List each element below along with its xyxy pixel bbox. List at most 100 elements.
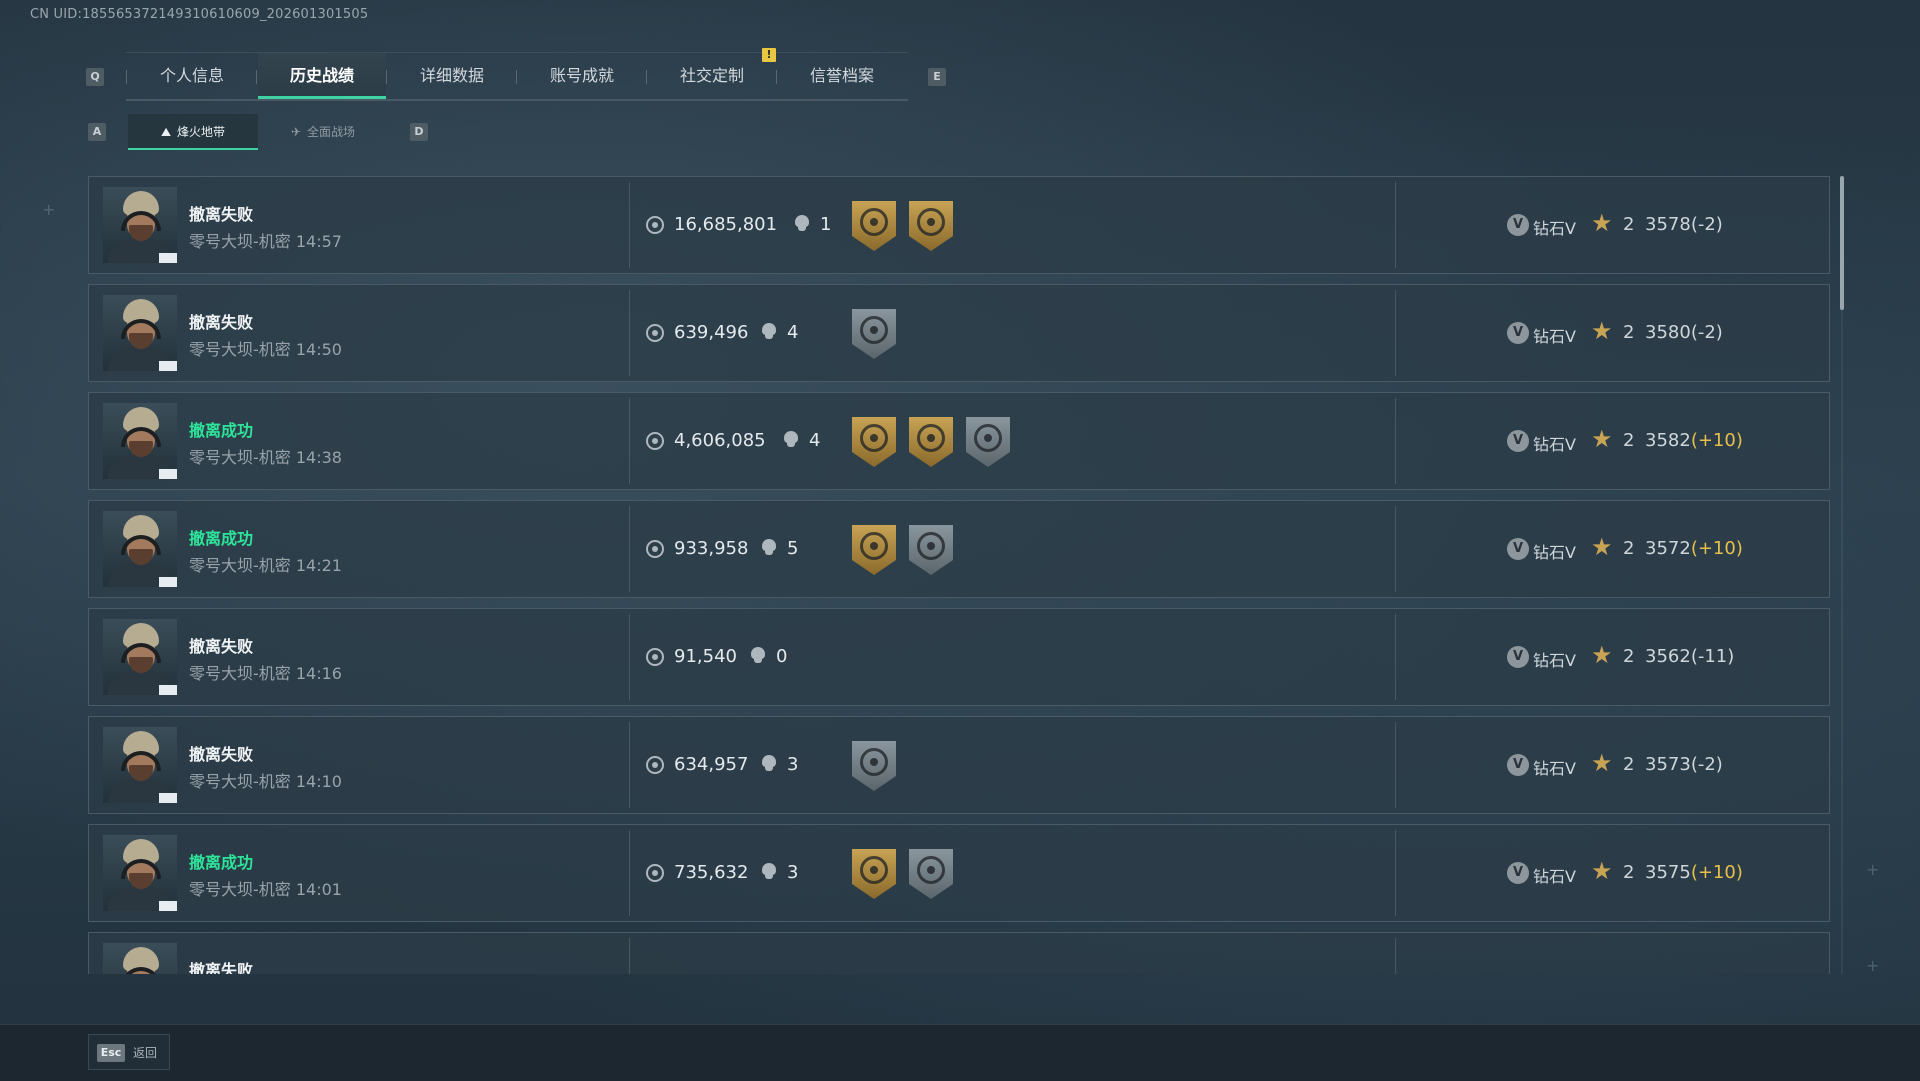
star-count: 2 xyxy=(1623,538,1635,559)
score-delta: (+10) xyxy=(1690,862,1743,883)
footer-bar xyxy=(0,1024,1920,1081)
star-count: 2 xyxy=(1623,862,1635,883)
score-delta: (+10) xyxy=(1690,430,1743,451)
map-time-line: 零号大坝-机密 14:01 xyxy=(189,876,342,900)
coin-icon xyxy=(646,864,664,882)
subtab-label: 烽火地带 xyxy=(177,125,226,139)
hazard-zone-icon: ⛰ xyxy=(160,125,172,139)
star-icon: ★ xyxy=(1591,317,1613,345)
star-count: 2 xyxy=(1623,322,1635,343)
operator-avatar xyxy=(103,943,177,974)
rank-tier-icon: V xyxy=(1507,754,1529,776)
tab-next-key[interactable]: E xyxy=(928,68,946,86)
silver-medal-badge-icon[interactable] xyxy=(966,417,1010,467)
rank-name: 钻石V xyxy=(1533,435,1576,454)
star-icon: ★ xyxy=(1591,749,1613,777)
rank-name: 钻石V xyxy=(1533,651,1576,670)
match-row[interactable]: 撤离失败 xyxy=(88,932,1830,974)
map-time-line: 零号大坝-机密 14:57 xyxy=(189,228,342,252)
rank-name: 钻石V xyxy=(1533,867,1576,886)
tab-4[interactable]: 社交定制 xyxy=(648,53,776,99)
star-icon: ★ xyxy=(1591,641,1613,669)
column-divider xyxy=(1395,830,1396,916)
crosshair-decoration: + xyxy=(1866,956,1880,975)
score-value: 3582 xyxy=(1645,430,1691,451)
rank-score: 3578(-2) xyxy=(1645,214,1723,235)
gold-medal-badge-icon[interactable] xyxy=(909,201,953,251)
map-name: 零号大坝-机密 xyxy=(189,232,291,251)
coin-icon xyxy=(646,540,664,558)
match-time: 14:16 xyxy=(295,664,342,683)
back-label: 返回 xyxy=(133,1046,158,1060)
silver-medal-badge-icon[interactable] xyxy=(852,309,896,359)
match-row[interactable]: 撤离成功 零号大坝-机密 14:01 735,632 3 V 钻石V ★ 2 3575(+10) xyxy=(88,824,1830,922)
gold-medal-badge-icon[interactable] xyxy=(909,417,953,467)
operator-avatar xyxy=(103,295,177,371)
subtab-prev-key[interactable]: A xyxy=(88,123,106,141)
notification-badge: ! xyxy=(762,48,776,62)
tab-separator xyxy=(256,70,257,84)
map-name: 零号大坝-机密 xyxy=(189,340,291,359)
rank-name: 钻石V xyxy=(1533,543,1576,562)
scrollbar-thumb[interactable] xyxy=(1840,176,1844,310)
extracted-value: 91,540 xyxy=(674,646,737,667)
subtab-next-key[interactable]: D xyxy=(410,123,428,141)
extracted-value: 639,496 xyxy=(674,322,749,343)
match-row[interactable]: 撤离失败 零号大坝-机密 14:50 639,496 4 V 钻石V ★ 2 3580(-2) xyxy=(88,284,1830,382)
coin-icon xyxy=(646,216,664,234)
score-value: 3572 xyxy=(1645,538,1691,559)
tab-prev-key[interactable]: Q xyxy=(86,68,104,86)
column-divider xyxy=(1395,938,1396,974)
back-button[interactable]: Esc 返回 xyxy=(88,1034,170,1070)
tab-separator xyxy=(776,70,777,84)
match-time: 14:57 xyxy=(295,232,342,251)
column-divider xyxy=(1395,182,1396,268)
gold-medal-badge-icon[interactable] xyxy=(852,201,896,251)
tab-1[interactable]: 历史战绩 xyxy=(258,53,386,99)
rank-tier-icon: V xyxy=(1507,646,1529,668)
extraction-status: 撤离成功 xyxy=(189,421,254,440)
match-row[interactable]: 撤离失败 零号大坝-机密 14:57 16,685,801 1 V 钻石V ★ 2 3578(-… xyxy=(88,176,1830,274)
kills-skull-icon xyxy=(761,539,777,557)
column-divider xyxy=(1395,722,1396,808)
tab-5[interactable]: 信誉档案 xyxy=(778,53,906,99)
silver-medal-badge-icon[interactable] xyxy=(909,849,953,899)
star-count: 2 xyxy=(1623,754,1635,775)
match-row[interactable]: 撤离成功 零号大坝-机密 14:38 4,606,085 4 V 钻石V ★ 2 3582(+1… xyxy=(88,392,1830,490)
uid-label: CN UID:18556537214931061060​9_2026013015… xyxy=(30,7,369,22)
tab-2[interactable]: 详细数据 xyxy=(388,53,516,99)
star-icon: ★ xyxy=(1591,425,1613,453)
column-divider xyxy=(1395,614,1396,700)
rank-score: 3562(-11) xyxy=(1645,646,1734,667)
column-divider xyxy=(629,938,630,974)
match-history-list[interactable]: 撤离失败 零号大坝-机密 14:57 16,685,801 1 V 钻石V ★ 2 3578(-… xyxy=(88,176,1832,974)
column-divider xyxy=(629,722,630,808)
silver-medal-badge-icon[interactable] xyxy=(852,741,896,791)
gold-medal-badge-icon[interactable] xyxy=(852,849,896,899)
score-delta: (-2) xyxy=(1690,322,1723,343)
map-name: 零号大坝-机密 xyxy=(189,448,291,467)
column-divider xyxy=(1395,398,1396,484)
tab-0[interactable]: 个人信息 xyxy=(128,53,256,99)
rank-name: 钻石V xyxy=(1533,759,1576,778)
subtab-1[interactable]: ✈ 全面战场 xyxy=(258,114,388,150)
match-time: 14:01 xyxy=(295,880,342,899)
coin-icon xyxy=(646,432,664,450)
rank-tier-icon: V xyxy=(1507,862,1529,884)
silver-medal-badge-icon[interactable] xyxy=(909,525,953,575)
column-divider xyxy=(629,830,630,916)
match-row[interactable]: 撤离失败 零号大坝-机密 14:16 91,540 0 V 钻石V ★ 2 3562(-11) xyxy=(88,608,1830,706)
score-value: 3562 xyxy=(1645,646,1691,667)
kill-count: 3 xyxy=(787,862,799,883)
gold-medal-badge-icon[interactable] xyxy=(852,417,896,467)
subtab-0[interactable]: ⛰ 烽火地带 xyxy=(128,114,258,150)
match-row[interactable]: 撤离成功 零号大坝-机密 14:21 933,958 5 V 钻石V ★ 2 3572(+10) xyxy=(88,500,1830,598)
tab-3[interactable]: 账号成就 xyxy=(518,53,646,99)
operator-avatar xyxy=(103,187,177,263)
match-time: 14:21 xyxy=(295,556,342,575)
match-row[interactable]: 撤离失败 零号大坝-机密 14:10 634,957 3 V 钻石V ★ 2 3573(-2) xyxy=(88,716,1830,814)
gold-medal-badge-icon[interactable] xyxy=(852,525,896,575)
rank-score: 3582(+10) xyxy=(1645,430,1743,451)
match-time: 14:10 xyxy=(295,772,342,791)
rank-score: 3575(+10) xyxy=(1645,862,1743,883)
